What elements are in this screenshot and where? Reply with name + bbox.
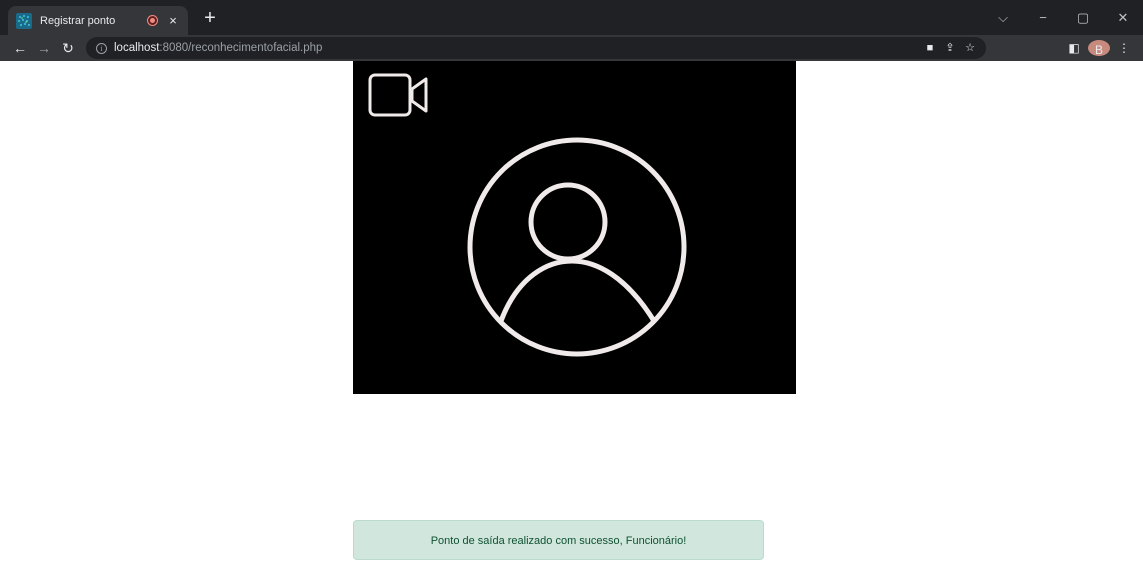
video-camera-icon[interactable]	[368, 73, 430, 117]
camera-icon[interactable]: ■	[920, 40, 940, 56]
close-window-button[interactable]: ✕	[1103, 10, 1143, 26]
arrow-left-icon: ←	[13, 40, 27, 56]
url-path: :8080/reconhecimentofacial.php	[159, 42, 323, 54]
info-icon[interactable]: i	[96, 42, 107, 54]
reload-icon: ↻	[62, 40, 74, 56]
back-button[interactable]: ←	[10, 38, 30, 58]
recording-indicator-icon	[148, 16, 157, 25]
star-icon[interactable]: ☆	[960, 40, 980, 56]
side-panel-icon[interactable]: ◧	[1063, 38, 1085, 58]
user-circle-icon	[467, 137, 687, 357]
url-host: localhost	[114, 42, 160, 54]
app-favicon-icon	[16, 12, 32, 29]
reload-button[interactable]: ↻	[58, 38, 78, 58]
camera-video-area	[353, 61, 796, 394]
arrow-right-icon: →	[37, 40, 51, 56]
share-icon[interactable]: ⇪	[940, 40, 960, 56]
tab-close-button[interactable]: ×	[166, 13, 180, 28]
profile-avatar[interactable]: B	[1088, 40, 1110, 57]
success-alert: Ponto de saída realizado com sucesso, Fu…	[353, 520, 764, 560]
browser-tab[interactable]: Registrar ponto ×	[8, 6, 188, 35]
new-tab-button[interactable]: +	[200, 8, 220, 29]
tab-search-icon[interactable]: ⌵	[983, 10, 1023, 26]
maximize-button[interactable]: ▢	[1063, 10, 1103, 26]
tab-title: Registrar ponto	[40, 14, 116, 27]
browser-toolbar: ← → ↻ i localhost :8080/reconhecimentofa…	[0, 35, 1143, 61]
toolbar-right-actions: ◧ B ⋮	[1063, 38, 1135, 58]
minimize-button[interactable]: −	[1023, 10, 1063, 25]
omnibox-actions: ■ ⇪ ☆	[920, 40, 980, 56]
address-bar[interactable]: i localhost :8080/reconhecimentofacial.p…	[86, 37, 986, 59]
forward-button[interactable]: →	[34, 38, 54, 58]
window-controls: ⌵ − ▢ ✕	[983, 0, 1143, 35]
kebab-menu-icon[interactable]: ⋮	[1113, 38, 1135, 58]
browser-tabbar: Registrar ponto × + ⌵ − ▢ ✕	[0, 0, 1143, 35]
